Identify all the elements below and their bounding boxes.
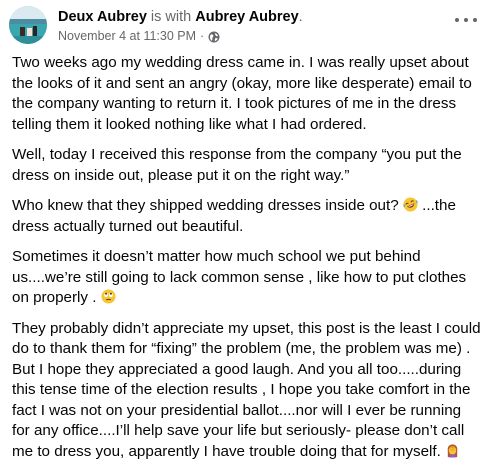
woman-facepalming-emoji bbox=[445, 443, 460, 458]
period: . bbox=[299, 9, 303, 25]
post-header: Deux Aubrey is with Aubrey Aubrey. Novem… bbox=[8, 4, 491, 52]
post-meta: November 4 at 11:30 PM · bbox=[58, 29, 220, 44]
post-body: Two weeks ago my wedding dress came in. … bbox=[12, 53, 482, 462]
avatar-photo bbox=[9, 6, 47, 44]
post-paragraph: They probably didn’t appreciate my upset… bbox=[12, 319, 482, 462]
more-dot bbox=[464, 18, 468, 22]
eye-roll-emoji bbox=[101, 289, 116, 304]
timestamp[interactable]: November 4 at 11:30 PM bbox=[58, 29, 196, 44]
paragraph-text: Sometimes it doesn’t matter how much sch… bbox=[12, 248, 466, 306]
post-paragraph: Sometimes it doesn’t matter how much sch… bbox=[12, 247, 482, 309]
post-paragraph: Who knew that they shipped wedding dress… bbox=[12, 196, 482, 237]
more-options-icon[interactable] bbox=[455, 14, 477, 26]
more-dot bbox=[455, 18, 459, 22]
more-dot bbox=[473, 18, 477, 22]
rofl-emoji bbox=[403, 197, 418, 212]
author-line: Deux Aubrey is with Aubrey Aubrey. bbox=[58, 8, 303, 26]
paragraph-text: They probably didn’t appreciate my upset… bbox=[12, 320, 481, 460]
post-paragraph: Well, today I received this response fro… bbox=[12, 145, 482, 186]
globe-icon[interactable] bbox=[208, 31, 220, 43]
separator: · bbox=[200, 29, 204, 44]
facebook-post: Deux Aubrey is with Aubrey Aubrey. Novem… bbox=[0, 0, 491, 454]
tagged-name[interactable]: Aubrey Aubrey bbox=[195, 9, 298, 25]
avatar[interactable] bbox=[9, 6, 47, 44]
with-text: is with bbox=[147, 9, 195, 25]
author-name[interactable]: Deux Aubrey bbox=[58, 9, 147, 25]
post-paragraph: Two weeks ago my wedding dress came in. … bbox=[12, 53, 482, 135]
paragraph-text: Who knew that they shipped wedding dress… bbox=[12, 197, 403, 214]
